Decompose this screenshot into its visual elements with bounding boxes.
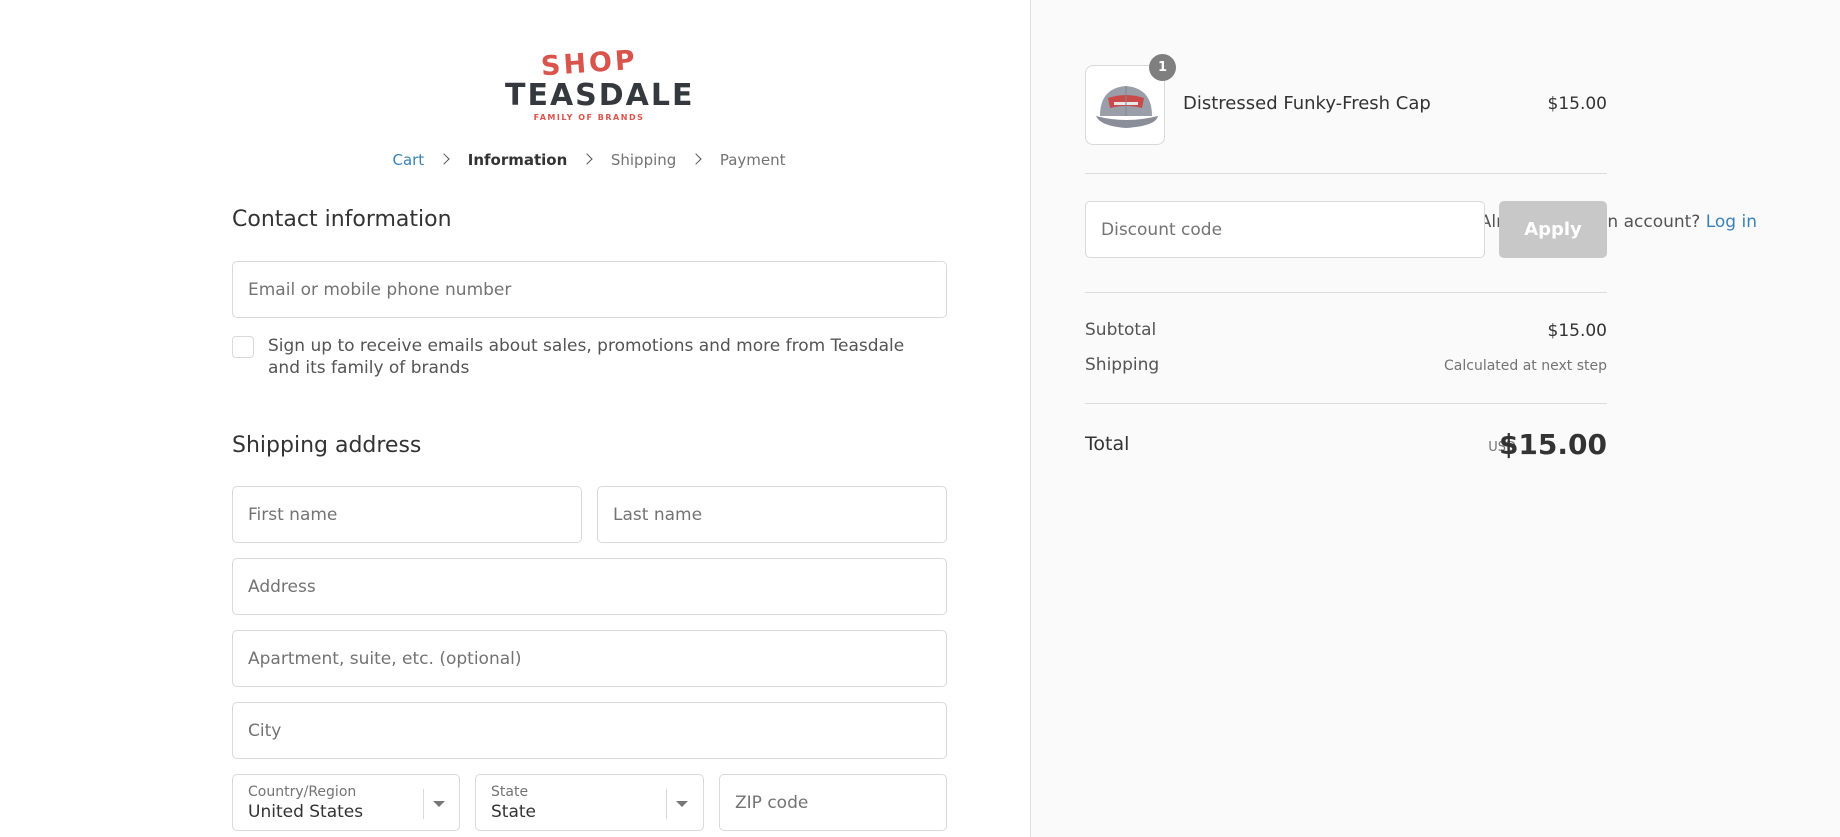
apply-button[interactable]: Apply [1499,201,1607,258]
last-name-placeholder: Last name [613,504,703,525]
address-field[interactable]: Address [232,558,947,615]
select-divider [423,789,424,819]
zip-code-placeholder: ZIP code [735,792,809,813]
logo-brand-text: TEASDALE [505,78,695,113]
city-placeholder: City [248,720,282,741]
zip-code-field[interactable]: ZIP code [719,774,947,831]
subtotal-label: Subtotal [1085,320,1157,340]
chevron-down-icon [433,801,445,807]
first-name-placeholder: First name [248,504,338,525]
product-name: Distressed Funky-Fresh Cap [1183,93,1431,114]
select-divider [666,789,667,819]
shipping-address-title: Shipping address [232,433,422,458]
newsletter-label: Sign up to receive emails about sales, p… [268,336,905,378]
login-link[interactable]: Log in [1706,212,1757,232]
subtotal-value: $15.00 [1547,321,1607,341]
logo-tagline: FAMILY OF BRANDS [533,113,645,122]
country-value: United States [248,802,364,822]
breadcrumb: Cart Information Shipping Payment [0,150,1178,169]
last-name-field[interactable]: Last name [597,486,947,543]
contact-information-title: Contact information [232,207,452,232]
chevron-down-icon [676,801,688,807]
breadcrumb-payment: Payment [719,150,786,169]
country-select[interactable]: Country/Region United States [232,774,460,831]
product-price: $15.00 [1547,94,1607,114]
chevron-right-icon [581,152,593,165]
breadcrumb-cart[interactable]: Cart [392,151,424,169]
apartment-placeholder: Apartment, suite, etc. (optional) [248,648,522,669]
total-label: Total [1085,433,1130,455]
summary-divider [1085,173,1607,174]
chevron-right-icon [438,152,450,165]
state-value: State [491,802,536,822]
first-name-field[interactable]: First name [232,486,582,543]
cap-image [1096,86,1158,128]
shop-teasdale-logo[interactable]: SHOP TEASDALE FAMILY OF BRANDS [505,44,695,132]
summary-divider [1085,403,1607,404]
address-placeholder: Address [248,576,316,597]
city-field[interactable]: City [232,702,947,759]
shipping-value: Calculated at next step [1444,358,1607,374]
summary-divider [1085,292,1607,293]
breadcrumb-information: Information [467,150,568,169]
breadcrumb-shipping: Shipping [610,150,677,169]
newsletter-checkbox[interactable] [232,336,254,358]
logo-shop-text: SHOP [539,44,639,83]
apartment-field[interactable]: Apartment, suite, etc. (optional) [232,630,947,687]
discount-code-input[interactable]: Discount code [1085,201,1485,258]
discount-code-placeholder: Discount code [1101,219,1223,240]
state-select[interactable]: State State [475,774,704,831]
item-count-badge: 1 [1149,54,1176,81]
total-value: $15.00 [1498,428,1607,461]
chevron-right-icon [690,152,702,165]
shipping-label: Shipping [1085,355,1160,375]
email-placeholder: Email or mobile phone number [248,279,512,300]
email-field[interactable]: Email or mobile phone number [232,261,947,318]
state-label: State [491,784,529,800]
country-label: Country/Region [248,784,357,800]
